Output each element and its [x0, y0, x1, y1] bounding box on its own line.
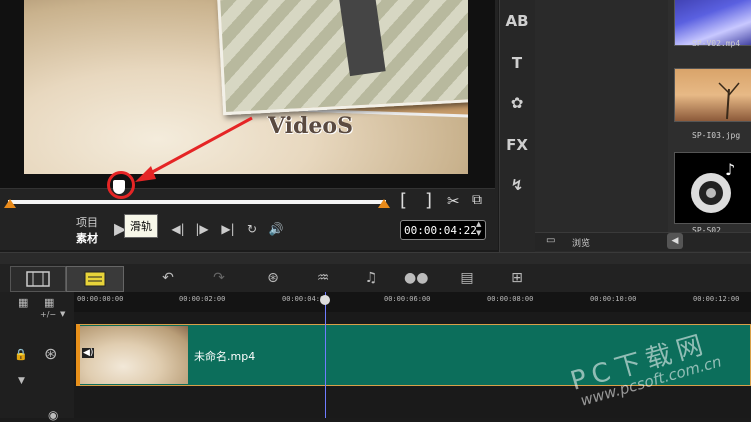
- svg-text:♪: ♪: [725, 160, 735, 179]
- speaker-icon: ♪: [691, 160, 735, 213]
- track-manager-icon[interactable]: ▦: [18, 296, 28, 309]
- copy-icon[interactable]: ⧉: [472, 192, 482, 208]
- scrubber-handle[interactable]: [113, 180, 125, 194]
- annotation-arrow: [135, 116, 253, 182]
- timeline-view-button[interactable]: [66, 266, 124, 292]
- library-thumb-image[interactable]: [674, 68, 751, 122]
- transition-icon[interactable]: AB: [505, 10, 529, 32]
- clip-name: 未命名.mp4: [194, 350, 256, 363]
- end-icon[interactable]: ▶|: [220, 221, 236, 237]
- ruler-tick: 00:00:10:00: [590, 295, 637, 303]
- clip-thumbnail: [80, 326, 188, 384]
- title-icon[interactable]: T: [505, 52, 529, 74]
- overlay-track-icon: ◉: [48, 408, 59, 422]
- filter-icon[interactable]: FX: [505, 134, 529, 156]
- storyboard-view-button[interactable]: [10, 266, 66, 292]
- timecode-display[interactable]: 00:00:04:22: [400, 220, 486, 240]
- tree-icon: [718, 82, 740, 120]
- redo-icon[interactable]: ↷: [208, 268, 230, 288]
- filmstrip-icon: [26, 271, 50, 287]
- browse-button[interactable]: 浏览: [572, 236, 590, 249]
- collapse-arrow-icon[interactable]: ◀: [667, 233, 683, 249]
- playhead-marker[interactable]: [320, 295, 330, 305]
- chapter-icon[interactable]: ▦: [44, 296, 54, 309]
- library-thumb-audio[interactable]: ♪: [674, 152, 751, 224]
- lock-track-icon[interactable]: 🔒: [14, 348, 28, 361]
- add-track-button[interactable]: +/−: [40, 310, 56, 319]
- library-item-label: SP-I03.jpg: [692, 131, 741, 140]
- motion-tracking-icon[interactable]: ●●: [404, 268, 428, 288]
- split-clip-icon[interactable]: ✂: [447, 192, 460, 210]
- ruler-tick: 00:00:02:00: [179, 295, 226, 303]
- ruler-tick: 00:00:12:00: [693, 295, 740, 303]
- clip-audio-icon: ◀): [82, 348, 95, 358]
- video-track-icon: ⊛: [44, 344, 58, 363]
- library-item-label: SP-V02.mp4: [692, 39, 741, 48]
- mark-out-button[interactable]: ]: [425, 190, 432, 211]
- ruler-tick: 00:00:06:00: [384, 295, 431, 303]
- track-dropdown-icon[interactable]: ▼: [60, 310, 65, 318]
- volume-icon[interactable]: 🔊: [268, 221, 284, 237]
- mode-project-label[interactable]: 项目: [76, 214, 98, 230]
- trim-start-handle[interactable]: [4, 199, 16, 208]
- playhead-line: [325, 292, 326, 418]
- trim-end-handle[interactable]: [378, 199, 390, 208]
- timeline-view-icon: [84, 271, 106, 287]
- subtitle-icon[interactable]: ▤: [456, 268, 478, 288]
- library-toolbar: [499, 0, 535, 252]
- expand-track-icon[interactable]: ▼: [18, 376, 25, 386]
- ruler-tick: 00:00:00:00: [77, 295, 124, 303]
- path-icon[interactable]: ↯: [505, 174, 529, 196]
- audio-mix-icon[interactable]: ♒: [312, 268, 334, 288]
- music-icon[interactable]: ♫: [360, 268, 382, 288]
- graphic-icon[interactable]: ✿: [505, 92, 529, 114]
- undo-icon[interactable]: ↶: [157, 268, 179, 288]
- multi-view-icon[interactable]: ⊞: [506, 268, 528, 288]
- mode-clip-label[interactable]: 素材: [76, 230, 98, 246]
- scrub-bar[interactable]: [8, 200, 386, 204]
- timecode-stepper-icon[interactable]: ▲ ▼: [476, 220, 481, 238]
- ruler-tick: 00:00:08:00: [487, 295, 534, 303]
- tooltip: 滑轨: [124, 214, 158, 238]
- folder-icon[interactable]: ▭: [546, 235, 555, 246]
- browse-bar: [535, 232, 751, 251]
- record-capture-icon[interactable]: ⊛: [262, 268, 284, 288]
- next-frame-icon[interactable]: |▶: [194, 221, 210, 237]
- previous-frame-icon[interactable]: ◀|: [170, 221, 186, 237]
- mark-in-button[interactable]: [: [400, 190, 407, 211]
- repeat-icon[interactable]: ↻: [244, 221, 260, 237]
